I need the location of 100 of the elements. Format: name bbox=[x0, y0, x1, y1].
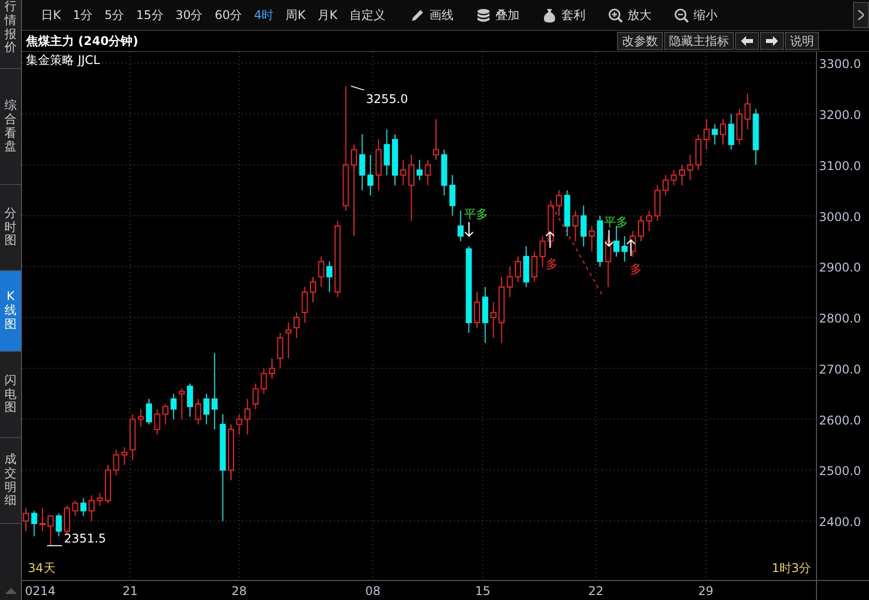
countdown-label: 1时3分 bbox=[772, 561, 811, 575]
strategy-label: 集金策略 JJCL bbox=[26, 53, 100, 67]
candle bbox=[48, 515, 54, 546]
chart-button[interactable]: 改参数 bbox=[617, 32, 663, 50]
leader-line bbox=[46, 545, 62, 546]
candle bbox=[359, 134, 366, 191]
candle bbox=[482, 286, 488, 344]
candle bbox=[138, 408, 144, 428]
candle bbox=[302, 286, 308, 324]
candle bbox=[654, 184, 660, 222]
candle bbox=[572, 210, 578, 242]
candle bbox=[203, 393, 210, 425]
candle bbox=[564, 190, 570, 237]
trade-signal-label: 多 bbox=[546, 257, 558, 271]
candle bbox=[130, 414, 136, 460]
duration-label: 34天 bbox=[28, 561, 56, 575]
trade-signal-label: 多 bbox=[630, 262, 642, 276]
sidebar-tab[interactable]: 成交明细 bbox=[0, 438, 21, 524]
price-axis-label: 2700.0 bbox=[819, 362, 861, 376]
period-tab[interactable]: 15分 bbox=[131, 4, 168, 26]
candle bbox=[695, 134, 702, 170]
chart-title: 焦煤主力 (240分钟) bbox=[26, 32, 138, 50]
candle bbox=[630, 230, 636, 257]
period-tab[interactable]: 1分 bbox=[68, 4, 98, 26]
candle bbox=[72, 500, 78, 516]
candle bbox=[540, 236, 546, 268]
candle bbox=[736, 108, 742, 146]
candle bbox=[105, 464, 111, 504]
period-tab[interactable]: 月K bbox=[312, 4, 342, 26]
previous-button[interactable] bbox=[735, 32, 759, 50]
sidebar-tab[interactable]: 闪电图 bbox=[0, 352, 21, 438]
candle bbox=[712, 124, 718, 146]
candle bbox=[236, 414, 242, 436]
candle bbox=[318, 256, 324, 288]
candle bbox=[490, 302, 496, 338]
next-button[interactable] bbox=[760, 32, 784, 50]
price-axis-label: 2400.0 bbox=[819, 515, 861, 529]
date-axis-label: 08 bbox=[365, 584, 380, 598]
left-arrow-icon bbox=[741, 36, 753, 46]
sidebar-tab[interactable]: 分时图 bbox=[0, 185, 21, 271]
period-tab[interactable]: 5分 bbox=[100, 4, 130, 26]
trade-signal-label: 平多 bbox=[464, 207, 488, 221]
sidebar-tab[interactable]: K线图 bbox=[0, 271, 21, 352]
candle bbox=[269, 358, 275, 380]
candle bbox=[458, 210, 464, 242]
database-icon bbox=[476, 8, 492, 22]
leader-line bbox=[350, 86, 364, 91]
candle bbox=[400, 159, 406, 186]
candle bbox=[146, 398, 152, 425]
down-arrow-icon bbox=[604, 229, 614, 247]
candle bbox=[588, 225, 595, 252]
candle bbox=[39, 508, 46, 532]
period-tab[interactable]: 30分 bbox=[170, 4, 208, 26]
date-axis-label: 29 bbox=[698, 584, 714, 598]
price-axis-label: 2600.0 bbox=[819, 413, 861, 428]
sidebar-tab[interactable]: 综合看盘 bbox=[0, 69, 21, 185]
candle bbox=[228, 424, 234, 481]
date-axis-label: 15 bbox=[475, 584, 490, 598]
toolbar-scroll-button[interactable] bbox=[853, 2, 869, 28]
candle bbox=[154, 408, 160, 436]
chart-button[interactable]: 说明 bbox=[785, 32, 819, 50]
period-tab[interactable]: 日K bbox=[36, 4, 66, 26]
price-axis-label: 3100.0 bbox=[819, 158, 861, 173]
candle bbox=[285, 322, 292, 359]
toolbar-button[interactable]: 画线 bbox=[405, 4, 458, 26]
toolbar-button[interactable]: 缩小 bbox=[669, 4, 722, 26]
candle bbox=[170, 393, 177, 420]
period-tab[interactable]: 周K bbox=[280, 4, 311, 26]
candle bbox=[506, 266, 513, 298]
candle bbox=[580, 205, 587, 247]
candle bbox=[96, 492, 103, 506]
period-tab[interactable]: 自定义 bbox=[344, 4, 390, 26]
candle bbox=[326, 261, 332, 293]
candle bbox=[752, 108, 759, 166]
candle bbox=[720, 118, 726, 146]
candle bbox=[498, 276, 505, 344]
sidebar-tab[interactable]: 行情报价 bbox=[0, 0, 21, 69]
period-tab[interactable]: 4时 bbox=[249, 4, 279, 26]
toolbar-button[interactable]: 叠加 bbox=[471, 4, 524, 26]
candle bbox=[679, 164, 685, 186]
toolbar-button[interactable]: 套利 bbox=[537, 4, 590, 26]
candle bbox=[728, 114, 734, 150]
candle bbox=[687, 154, 694, 181]
candle bbox=[392, 134, 398, 186]
candle bbox=[408, 154, 414, 222]
zoom-in-icon bbox=[608, 8, 624, 22]
candle bbox=[178, 388, 185, 420]
date-axis-label: 28 bbox=[232, 584, 247, 598]
up-arrow-icon bbox=[626, 239, 636, 257]
candle bbox=[474, 292, 480, 328]
candle bbox=[433, 118, 439, 160]
chart-button[interactable]: 隐藏主指标 bbox=[664, 32, 734, 50]
candle bbox=[310, 276, 316, 303]
toolbar-button[interactable]: 放大 bbox=[603, 4, 656, 26]
candle bbox=[556, 190, 562, 216]
period-tab[interactable]: 60分 bbox=[210, 4, 247, 26]
candle bbox=[638, 215, 644, 242]
price-axis-label: 3000.0 bbox=[819, 210, 861, 224]
price-axis-label: 3200.0 bbox=[819, 108, 861, 122]
candle bbox=[23, 508, 29, 532]
